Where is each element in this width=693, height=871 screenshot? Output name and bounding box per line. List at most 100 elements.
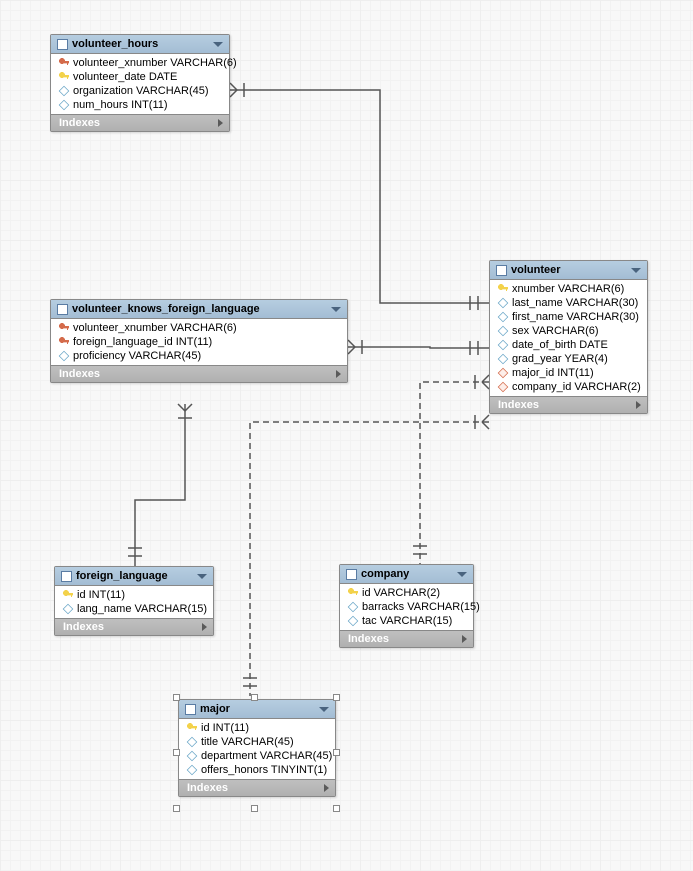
column-row[interactable]: sex VARCHAR(6) bbox=[490, 324, 647, 338]
table-vkfl[interactable]: volunteer_knows_foreign_language volunte… bbox=[50, 299, 348, 383]
attr-icon bbox=[187, 737, 198, 748]
table-header[interactable]: volunteer_hours bbox=[51, 35, 229, 54]
column-row[interactable]: major_id INT(11) bbox=[490, 366, 647, 380]
column-label: last_name VARCHAR(30) bbox=[512, 297, 638, 309]
column-row[interactable]: id INT(11) bbox=[179, 721, 335, 735]
pk-key-icon bbox=[59, 72, 69, 82]
column-row[interactable]: department VARCHAR(45) bbox=[179, 749, 335, 763]
column-list: volunteer_xnumber VARCHAR(6) foreign_lan… bbox=[51, 319, 347, 365]
chevron-down-icon bbox=[631, 268, 641, 273]
pk-key-icon bbox=[187, 723, 197, 733]
column-label: num_hours INT(11) bbox=[73, 99, 168, 111]
table-foreign-language[interactable]: foreign_language id INT(11) lang_name VA… bbox=[54, 566, 214, 636]
column-row[interactable]: id VARCHAR(2) bbox=[340, 586, 473, 600]
column-row[interactable]: num_hours INT(11) bbox=[51, 98, 229, 112]
column-label: first_name VARCHAR(30) bbox=[512, 311, 639, 323]
column-row[interactable]: id INT(11) bbox=[55, 588, 213, 602]
chevron-right-icon bbox=[336, 370, 341, 378]
column-row[interactable]: volunteer_xnumber VARCHAR(6) bbox=[51, 56, 229, 70]
attr-icon bbox=[348, 602, 359, 613]
column-row[interactable]: last_name VARCHAR(30) bbox=[490, 296, 647, 310]
column-row[interactable]: offers_honors TINYINT(1) bbox=[179, 763, 335, 777]
resize-handle[interactable] bbox=[333, 749, 340, 756]
chevron-right-icon bbox=[202, 623, 207, 631]
table-title: volunteer_hours bbox=[72, 38, 158, 50]
column-label: id INT(11) bbox=[77, 589, 125, 601]
attr-icon bbox=[348, 616, 359, 627]
column-label: proficiency VARCHAR(45) bbox=[73, 350, 201, 362]
column-row[interactable]: lang_name VARCHAR(15) bbox=[55, 602, 213, 616]
table-volunteer-hours[interactable]: volunteer_hours volunteer_xnumber VARCHA… bbox=[50, 34, 230, 132]
fk-diamond-icon bbox=[498, 368, 509, 379]
resize-handle[interactable] bbox=[173, 694, 180, 701]
table-title: foreign_language bbox=[76, 570, 168, 582]
table-volunteer[interactable]: volunteer xnumber VARCHAR(6) last_name V… bbox=[489, 260, 648, 414]
column-list: id INT(11) title VARCHAR(45) department … bbox=[179, 719, 335, 779]
column-label: title VARCHAR(45) bbox=[201, 736, 294, 748]
pk-key-icon bbox=[348, 588, 358, 598]
table-header[interactable]: foreign_language bbox=[55, 567, 213, 586]
table-company[interactable]: company id VARCHAR(2) barracks VARCHAR(1… bbox=[339, 564, 474, 648]
column-label: sex VARCHAR(6) bbox=[512, 325, 599, 337]
column-row[interactable]: organization VARCHAR(45) bbox=[51, 84, 229, 98]
chevron-down-icon bbox=[457, 572, 467, 577]
indexes-section[interactable]: Indexes bbox=[490, 396, 647, 413]
column-row[interactable]: company_id VARCHAR(2) bbox=[490, 380, 647, 394]
fk-key-icon bbox=[59, 323, 69, 333]
attr-icon bbox=[187, 751, 198, 762]
indexes-label: Indexes bbox=[498, 399, 539, 411]
column-row[interactable]: volunteer_date DATE bbox=[51, 70, 229, 84]
chevron-right-icon bbox=[218, 119, 223, 127]
column-list: volunteer_xnumber VARCHAR(6) volunteer_d… bbox=[51, 54, 229, 114]
indexes-label: Indexes bbox=[63, 621, 104, 633]
resize-handle[interactable] bbox=[333, 694, 340, 701]
indexes-section[interactable]: Indexes bbox=[55, 618, 213, 635]
column-label: grad_year YEAR(4) bbox=[512, 353, 608, 365]
column-label: date_of_birth DATE bbox=[512, 339, 608, 351]
table-header[interactable]: major bbox=[179, 700, 335, 719]
column-row[interactable]: title VARCHAR(45) bbox=[179, 735, 335, 749]
column-row[interactable]: foreign_language_id INT(11) bbox=[51, 335, 347, 349]
column-row[interactable]: barracks VARCHAR(15) bbox=[340, 600, 473, 614]
column-row[interactable]: grad_year YEAR(4) bbox=[490, 352, 647, 366]
indexes-section[interactable]: Indexes bbox=[179, 779, 335, 796]
fk-diamond-icon bbox=[498, 382, 509, 393]
column-label: volunteer_xnumber VARCHAR(6) bbox=[73, 57, 237, 69]
chevron-down-icon bbox=[319, 707, 329, 712]
table-header[interactable]: volunteer_knows_foreign_language bbox=[51, 300, 347, 319]
column-row[interactable]: first_name VARCHAR(30) bbox=[490, 310, 647, 324]
column-row[interactable]: volunteer_xnumber VARCHAR(6) bbox=[51, 321, 347, 335]
attr-icon bbox=[59, 100, 70, 111]
resize-handle[interactable] bbox=[333, 805, 340, 812]
table-header[interactable]: volunteer bbox=[490, 261, 647, 280]
column-list: xnumber VARCHAR(6) last_name VARCHAR(30)… bbox=[490, 280, 647, 396]
resize-handle[interactable] bbox=[251, 694, 258, 701]
column-row[interactable]: proficiency VARCHAR(45) bbox=[51, 349, 347, 363]
attr-icon bbox=[498, 354, 509, 365]
column-label: company_id VARCHAR(2) bbox=[512, 381, 641, 393]
table-major[interactable]: major id INT(11) title VARCHAR(45) depar… bbox=[178, 699, 336, 797]
indexes-label: Indexes bbox=[187, 782, 228, 794]
table-icon bbox=[185, 704, 196, 715]
resize-handle[interactable] bbox=[173, 805, 180, 812]
resize-handle[interactable] bbox=[173, 749, 180, 756]
pk-key-icon bbox=[63, 590, 73, 600]
column-label: volunteer_date DATE bbox=[73, 71, 177, 83]
column-label: foreign_language_id INT(11) bbox=[73, 336, 212, 348]
column-row[interactable]: date_of_birth DATE bbox=[490, 338, 647, 352]
table-icon bbox=[61, 571, 72, 582]
chevron-right-icon bbox=[462, 635, 467, 643]
column-row[interactable]: tac VARCHAR(15) bbox=[340, 614, 473, 628]
column-row[interactable]: xnumber VARCHAR(6) bbox=[490, 282, 647, 296]
indexes-label: Indexes bbox=[59, 117, 100, 129]
resize-handle[interactable] bbox=[251, 805, 258, 812]
column-label: xnumber VARCHAR(6) bbox=[512, 283, 624, 295]
table-title: company bbox=[361, 568, 409, 580]
column-label: id VARCHAR(2) bbox=[362, 587, 440, 599]
chevron-down-icon bbox=[213, 42, 223, 47]
indexes-section[interactable]: Indexes bbox=[51, 365, 347, 382]
indexes-section[interactable]: Indexes bbox=[51, 114, 229, 131]
indexes-section[interactable]: Indexes bbox=[340, 630, 473, 647]
table-header[interactable]: company bbox=[340, 565, 473, 584]
attr-icon bbox=[63, 604, 74, 615]
